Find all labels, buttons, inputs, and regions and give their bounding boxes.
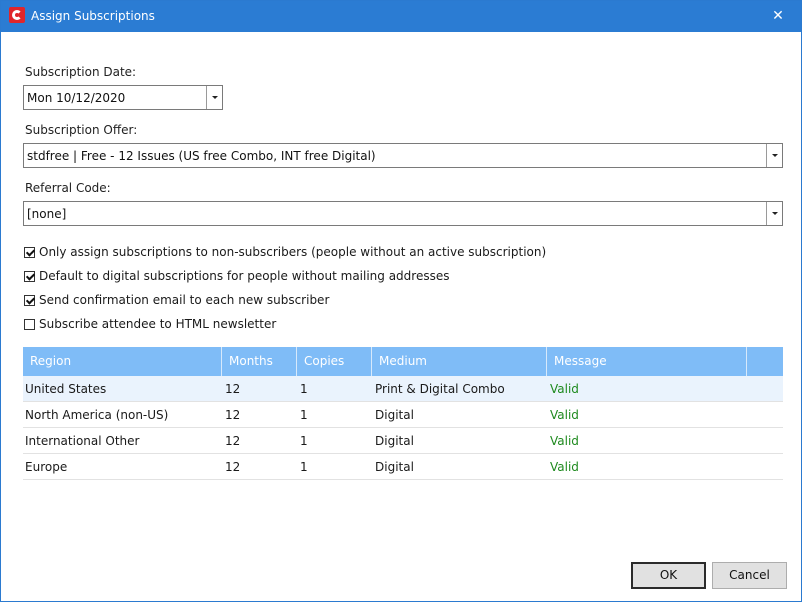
message-cell: Valid <box>550 460 579 474</box>
months-cell: 12 <box>225 408 241 422</box>
region-cell: North America (non-US) <box>25 408 169 422</box>
months-cell: 12 <box>225 460 241 474</box>
table-row[interactable]: United States 12 1 Print & Digital Combo… <box>23 376 783 402</box>
option-default-digital[interactable]: Default to digital subscriptions for peo… <box>24 268 449 284</box>
region-cell: International Other <box>25 434 140 448</box>
option-non-subscribers[interactable]: Only assign subscriptions to non-subscri… <box>24 244 546 260</box>
confirmation-email-checkbox[interactable] <box>24 294 35 306</box>
confirmation-email-label: Send confirmation email to each new subs… <box>39 293 330 307</box>
medium-cell: Print & Digital Combo <box>375 382 505 396</box>
message-cell: Valid <box>550 434 579 448</box>
subscription-date-value: Mon 10/12/2020 <box>27 91 126 105</box>
subscription-offer-value: stdfree | Free - 12 Issues (US free Comb… <box>27 149 376 163</box>
cancel-button[interactable]: Cancel <box>712 562 787 589</box>
medium-cell: Digital <box>375 434 414 448</box>
html-newsletter-checkbox[interactable] <box>24 318 35 330</box>
referral-code-value: [none] <box>27 207 67 221</box>
table-header: Region Months Copies Medium Message <box>23 347 783 376</box>
region-cell: Europe <box>25 460 68 474</box>
medium-cell: Digital <box>375 460 414 474</box>
html-newsletter-label: Subscribe attendee to HTML newsletter <box>39 317 277 331</box>
subscription-offer-label: Subscription Offer: <box>25 123 138 137</box>
assign-subscriptions-dialog: Assign Subscriptions ✕ Subscription Date… <box>0 0 802 602</box>
column-header-region[interactable]: Region <box>23 347 222 376</box>
table-row[interactable]: International Other 12 1 Digital Valid <box>23 428 783 454</box>
subscription-offer-select[interactable]: stdfree | Free - 12 Issues (US free Comb… <box>23 143 783 168</box>
subscription-date-picker[interactable]: Mon 10/12/2020 <box>23 85 223 110</box>
copies-cell: 1 <box>300 434 308 448</box>
table-row[interactable]: Europe 12 1 Digital Valid <box>23 454 783 480</box>
region-cell: United States <box>25 382 107 396</box>
column-header-message[interactable]: Message <box>547 347 747 376</box>
months-cell: 12 <box>225 434 241 448</box>
months-cell: 12 <box>225 382 241 396</box>
column-header-medium[interactable]: Medium <box>372 347 547 376</box>
message-cell: Valid <box>550 408 579 422</box>
close-icon[interactable]: ✕ <box>755 1 801 32</box>
copies-cell: 1 <box>300 408 308 422</box>
message-cell: Valid <box>550 382 579 396</box>
referral-code-label: Referral Code: <box>25 181 111 195</box>
ok-button[interactable]: OK <box>631 562 706 589</box>
default-digital-label: Default to digital subscriptions for peo… <box>39 269 450 283</box>
subscription-date-label: Subscription Date: <box>25 65 137 79</box>
table-row[interactable]: North America (non-US) 12 1 Digital Vali… <box>23 402 783 428</box>
chevron-down-icon[interactable] <box>766 202 782 225</box>
app-logo-icon <box>9 7 25 23</box>
title-bar: Assign Subscriptions ✕ <box>1 1 801 32</box>
non-subscribers-checkbox[interactable] <box>24 246 35 258</box>
option-html-newsletter[interactable]: Subscribe attendee to HTML newsletter <box>24 316 276 332</box>
referral-code-select[interactable]: [none] <box>23 201 783 226</box>
region-table: Region Months Copies Medium Message Unit… <box>23 347 783 480</box>
copies-cell: 1 <box>300 460 308 474</box>
copies-cell: 1 <box>300 382 308 396</box>
medium-cell: Digital <box>375 408 414 422</box>
default-digital-checkbox[interactable] <box>24 270 35 282</box>
chevron-down-icon[interactable] <box>766 144 782 167</box>
window-title: Assign Subscriptions <box>31 9 155 23</box>
chevron-down-icon[interactable] <box>206 86 222 109</box>
column-header-copies[interactable]: Copies <box>297 347 372 376</box>
option-confirmation-email[interactable]: Send confirmation email to each new subs… <box>24 292 329 308</box>
column-header-months[interactable]: Months <box>222 347 297 376</box>
non-subscribers-label: Only assign subscriptions to non-subscri… <box>39 245 547 259</box>
